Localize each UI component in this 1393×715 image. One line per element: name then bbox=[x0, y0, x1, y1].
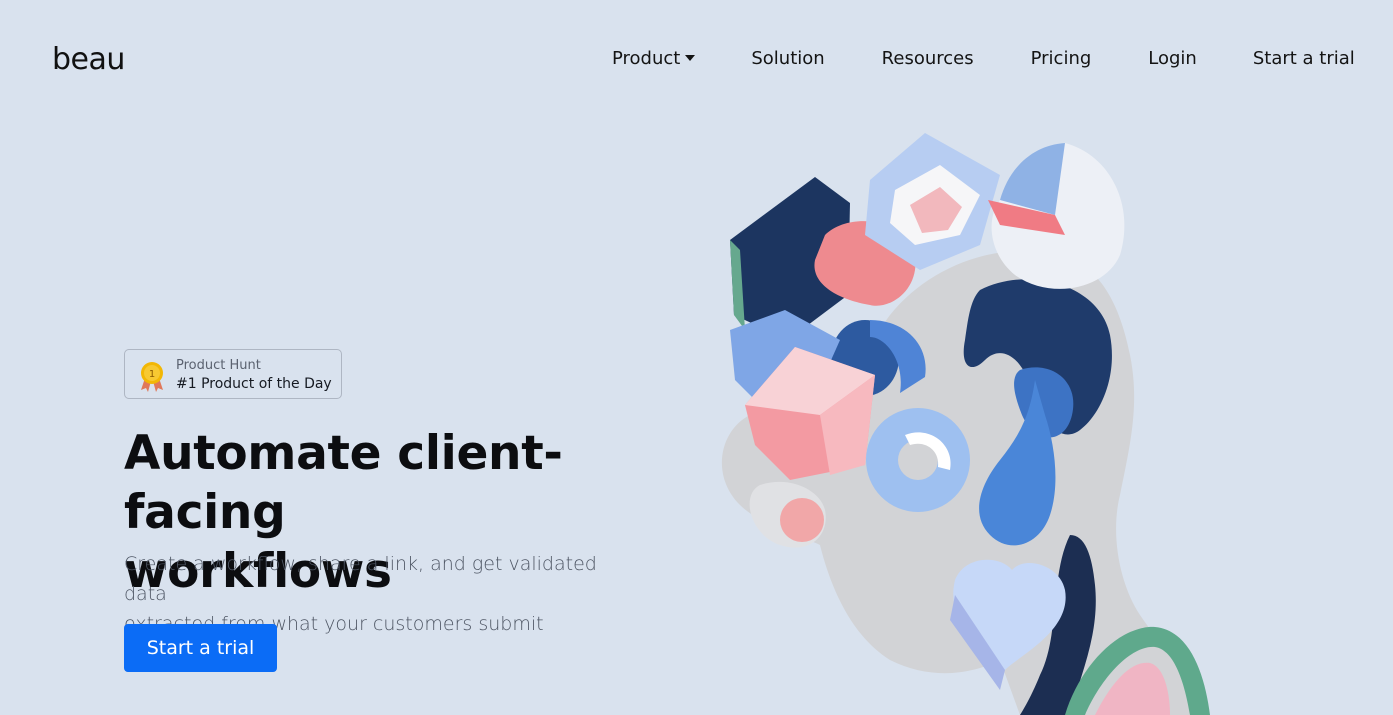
medal-icon: 1 bbox=[141, 362, 163, 392]
nav-item-login[interactable]: Login bbox=[1148, 48, 1197, 69]
nav-item-solution[interactable]: Solution bbox=[751, 48, 824, 69]
start-trial-button[interactable]: Start a trial bbox=[124, 624, 277, 672]
hero-subtext-line1: Create a workflow, share a link, and get… bbox=[124, 553, 597, 605]
main-nav: Product Solution Resources Pricing Login… bbox=[612, 48, 1355, 69]
hero-illustration bbox=[721, 133, 1210, 715]
badge-source: Product Hunt bbox=[176, 358, 261, 373]
nav-item-product[interactable]: Product bbox=[612, 48, 696, 69]
nav-item-product-label: Product bbox=[612, 48, 681, 69]
brand-logo[interactable]: beau bbox=[52, 42, 125, 77]
nav-item-resources[interactable]: Resources bbox=[882, 48, 974, 69]
badge-award: #1 Product of the Day bbox=[176, 376, 332, 392]
nav-item-pricing[interactable]: Pricing bbox=[1031, 48, 1092, 69]
medal-number: 1 bbox=[149, 369, 155, 380]
nav-item-start-trial[interactable]: Start a trial bbox=[1253, 48, 1355, 69]
caret-down-icon bbox=[685, 54, 696, 61]
hero-headline-line1: Automate client-facing bbox=[124, 426, 563, 540]
product-hunt-badge[interactable]: 1 Product Hunt #1 Product of the Day bbox=[124, 349, 342, 399]
